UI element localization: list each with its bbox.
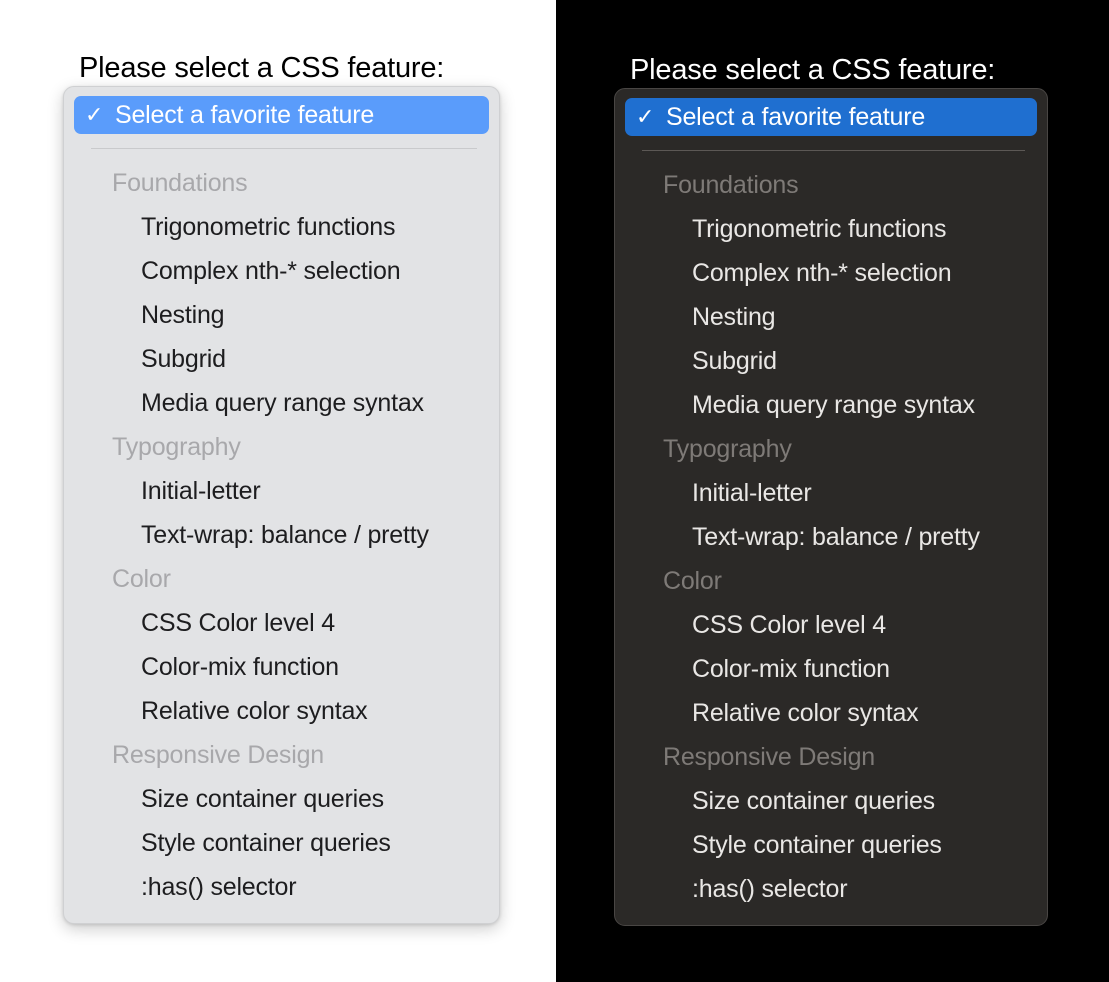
optgroup-label-color: Color [112,565,171,593]
menu-item[interactable]: Text-wrap: balance / pretty [64,513,499,557]
page-title-light: Please select a CSS feature: [79,52,445,84]
menu-item[interactable]: Trigonometric functions [64,205,499,249]
menu-separator [642,150,1025,151]
screenshot-stage: Please select a CSS feature: ✓ Select a … [0,0,1109,982]
menu-item[interactable]: Media query range syntax [64,381,499,425]
menu-item[interactable]: Relative color syntax [64,689,499,733]
menu-item[interactable]: Nesting [615,295,1047,339]
menu-item-selected-label: Select a favorite feature [666,102,926,131]
menu-item[interactable]: Complex nth-* selection [615,251,1047,295]
menu-item[interactable]: Media query range syntax [615,383,1047,427]
menu-item[interactable]: Size container queries [615,779,1047,823]
menu-item-selected-dark[interactable]: ✓ Select a favorite feature [625,98,1037,136]
menu-item[interactable]: CSS Color level 4 [615,603,1047,647]
menu-item[interactable]: Style container queries [615,823,1047,867]
checkmark-icon: ✓ [85,102,104,127]
optgroup-label-responsive-design: Responsive Design [112,741,324,769]
menu-item[interactable]: Relative color syntax [615,691,1047,735]
menu-item[interactable]: :has() selector [615,867,1047,911]
menu-item[interactable]: Color-mix function [64,645,499,689]
menu-item[interactable]: Size container queries [64,777,499,821]
menu-item[interactable]: :has() selector [64,865,499,909]
menu-item[interactable]: Text-wrap: balance / pretty [615,515,1047,559]
menu-item[interactable]: Subgrid [64,337,499,381]
select-dropdown-menu-dark[interactable]: ✓ Select a favorite feature Foundations … [614,88,1048,926]
menu-separator [91,148,477,149]
optgroup-label-color: Color [663,567,722,595]
menu-item[interactable]: Style container queries [64,821,499,865]
optgroup-label-responsive-design: Responsive Design [663,743,875,771]
menu-item[interactable]: Nesting [64,293,499,337]
optgroup-label-foundations: Foundations [112,169,248,197]
optgroup-label-typography: Typography [112,433,241,461]
menu-item[interactable]: Subgrid [615,339,1047,383]
select-dropdown-menu-light[interactable]: ✓ Select a favorite feature Foundations … [63,86,500,924]
menu-item[interactable]: Initial-letter [64,469,499,513]
dark-theme-panel: Please select a CSS feature: ✓ Select a … [556,0,1109,982]
page-title-dark: Please select a CSS feature: [630,54,996,86]
checkmark-icon: ✓ [636,104,655,129]
menu-item[interactable]: Initial-letter [615,471,1047,515]
menu-item[interactable]: CSS Color level 4 [64,601,499,645]
optgroup-label-typography: Typography [663,435,792,463]
menu-item[interactable]: Trigonometric functions [615,207,1047,251]
menu-item-selected-light[interactable]: ✓ Select a favorite feature [74,96,489,134]
menu-item[interactable]: Color-mix function [615,647,1047,691]
light-theme-panel: Please select a CSS feature: ✓ Select a … [0,0,556,982]
optgroup-label-foundations: Foundations [663,171,799,199]
menu-item-selected-label: Select a favorite feature [115,100,375,129]
menu-item[interactable]: Complex nth-* selection [64,249,499,293]
